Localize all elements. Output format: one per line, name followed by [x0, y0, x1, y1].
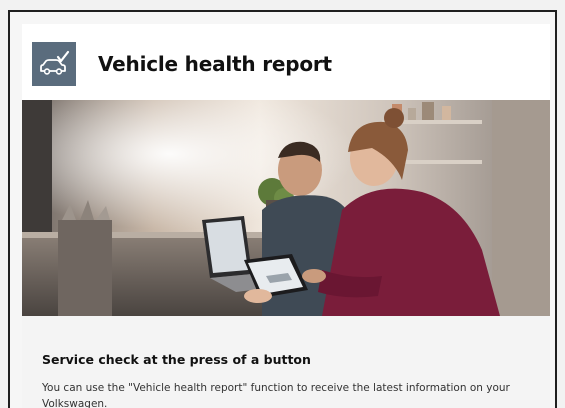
section-subtitle: Service check at the press of a button — [42, 352, 311, 367]
card-header: Vehicle health report — [22, 24, 550, 100]
section-description: You can use the "Vehicle health report" … — [42, 382, 510, 408]
screenshot-frame: Vehicle health report Service check at t… — [8, 10, 557, 408]
feature-card: Vehicle health report Service check at t… — [22, 24, 550, 408]
page-title: Vehicle health report — [98, 52, 332, 76]
car-check-icon — [32, 42, 76, 86]
card-body: Service check at the press of a button Y… — [22, 316, 550, 408]
hero-image — [22, 100, 550, 316]
